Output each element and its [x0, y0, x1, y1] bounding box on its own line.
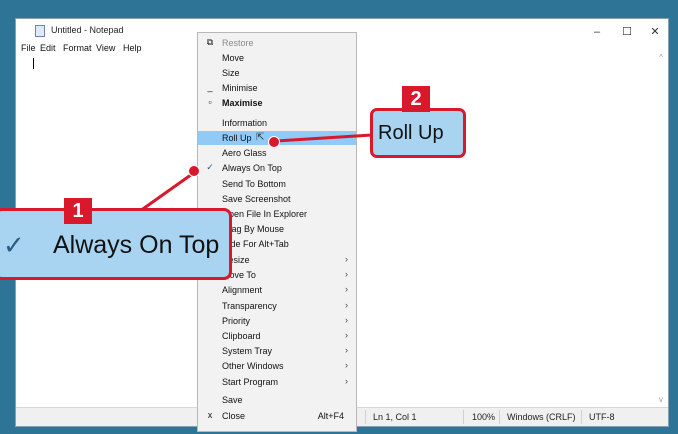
- callout-1-label: Always On Top: [53, 231, 220, 259]
- callout-always-on-top: ✓ Always On Top: [0, 208, 232, 280]
- callout-2-dot: [268, 136, 280, 148]
- callout-1-connector: [139, 170, 196, 213]
- callout-2-connector: [275, 133, 373, 143]
- checkmark-icon: ✓: [3, 230, 25, 260]
- callout-1-dot: [188, 165, 200, 177]
- callout-1-number: 1: [64, 198, 92, 224]
- callout-2-label: Roll Up: [378, 122, 444, 144]
- callout-roll-up: Roll Up: [370, 108, 466, 158]
- callout-2-number: 2: [402, 86, 430, 112]
